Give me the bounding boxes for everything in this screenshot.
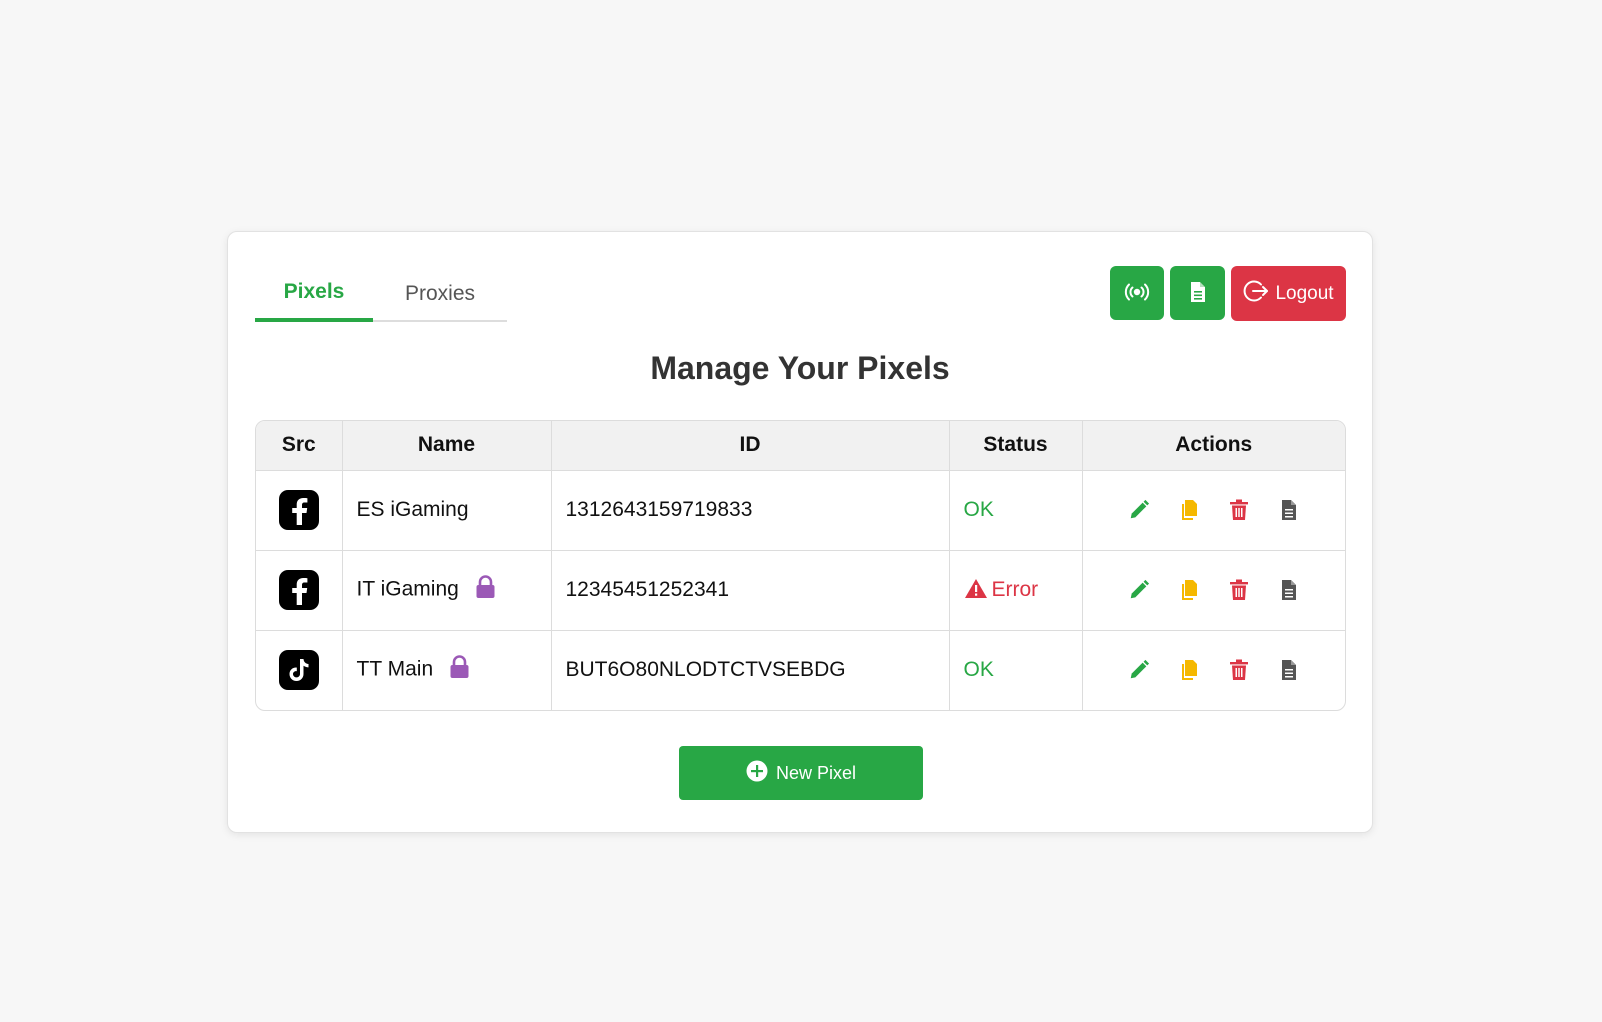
header-actions: Logout [1110, 266, 1346, 321]
src-cell [256, 630, 343, 710]
copy-icon[interactable] [1178, 658, 1200, 682]
log-icon[interactable] [1278, 498, 1300, 522]
pixel-name: ES iGaming [356, 498, 469, 521]
warning-icon [964, 579, 987, 598]
table-header-row: Src Name ID Status Actions [256, 421, 1345, 471]
delete-icon[interactable] [1228, 578, 1250, 602]
column-header-name: Name [342, 421, 552, 471]
page-title: Manage Your Pixels [650, 350, 950, 386]
edit-icon[interactable] [1128, 578, 1150, 602]
table-row: IT iGaming 12345451252341 Error [256, 550, 1345, 631]
id-cell: 1312643159719833 [551, 470, 950, 551]
name-cell: ES iGaming [342, 470, 552, 551]
logout-icon [1243, 278, 1269, 310]
broadcast-button[interactable] [1110, 266, 1164, 320]
pixels-table: Src Name ID Status Actions ES iGaming 13… [255, 420, 1346, 711]
status-text: OK [963, 498, 994, 521]
lock-icon [449, 655, 470, 685]
src-cell [256, 550, 343, 631]
log-icon[interactable] [1278, 658, 1300, 682]
delete-icon[interactable] [1228, 658, 1250, 682]
lock-icon [475, 575, 496, 605]
new-pixel-label: New Pixel [775, 762, 857, 783]
status-text: OK [963, 658, 994, 682]
plus-circle-icon [746, 760, 768, 787]
column-header-src: Src [256, 421, 343, 471]
table-row: TT Main BUT6O80NLODTCTVSEBDG OK [256, 630, 1345, 710]
status-cell: Error [949, 550, 1083, 631]
actions-cell [1082, 630, 1345, 710]
status-error: Error [964, 578, 1039, 601]
pixel-name: TT Main [356, 657, 434, 681]
column-header-id: ID [551, 421, 950, 471]
tab-proxies[interactable]: Proxies [373, 266, 507, 322]
pixel-name: IT iGaming [356, 577, 459, 601]
status-cell: OK [949, 630, 1083, 710]
broadcast-icon [1124, 282, 1150, 305]
edit-icon[interactable] [1128, 658, 1150, 682]
tab-bar: Pixels Proxies [255, 266, 507, 322]
actions-cell [1082, 470, 1345, 551]
name-cell: IT iGaming [342, 550, 552, 631]
logout-label: Logout [1275, 282, 1334, 304]
actions-cell [1082, 550, 1345, 631]
name-cell: TT Main [342, 630, 552, 710]
document-button[interactable] [1170, 266, 1225, 320]
tab-pixels[interactable]: Pixels [255, 266, 373, 322]
tiktok-icon [278, 650, 319, 691]
log-icon[interactable] [1278, 578, 1300, 602]
logout-button[interactable]: Logout [1231, 266, 1346, 321]
facebook-icon [278, 570, 319, 610]
column-header-status: Status [949, 421, 1083, 471]
id-cell: BUT6O80NLODTCTVSEBDG [551, 630, 950, 710]
copy-icon[interactable] [1178, 578, 1200, 602]
status-text: Error [991, 578, 1039, 601]
src-cell [256, 470, 343, 551]
edit-icon[interactable] [1128, 498, 1150, 522]
copy-icon[interactable] [1178, 498, 1200, 522]
document-icon [1189, 281, 1207, 306]
status-cell: OK [949, 470, 1083, 551]
delete-icon[interactable] [1228, 498, 1250, 522]
pixels-card: Pixels Proxies Logout Manage Your Pixels… [227, 231, 1373, 833]
facebook-icon [278, 490, 319, 530]
column-header-actions: Actions [1082, 421, 1345, 471]
new-pixel-button[interactable]: New Pixel [679, 746, 923, 800]
id-cell: 12345451252341 [551, 550, 950, 631]
table-row: ES iGaming 1312643159719833 OK [256, 470, 1345, 551]
